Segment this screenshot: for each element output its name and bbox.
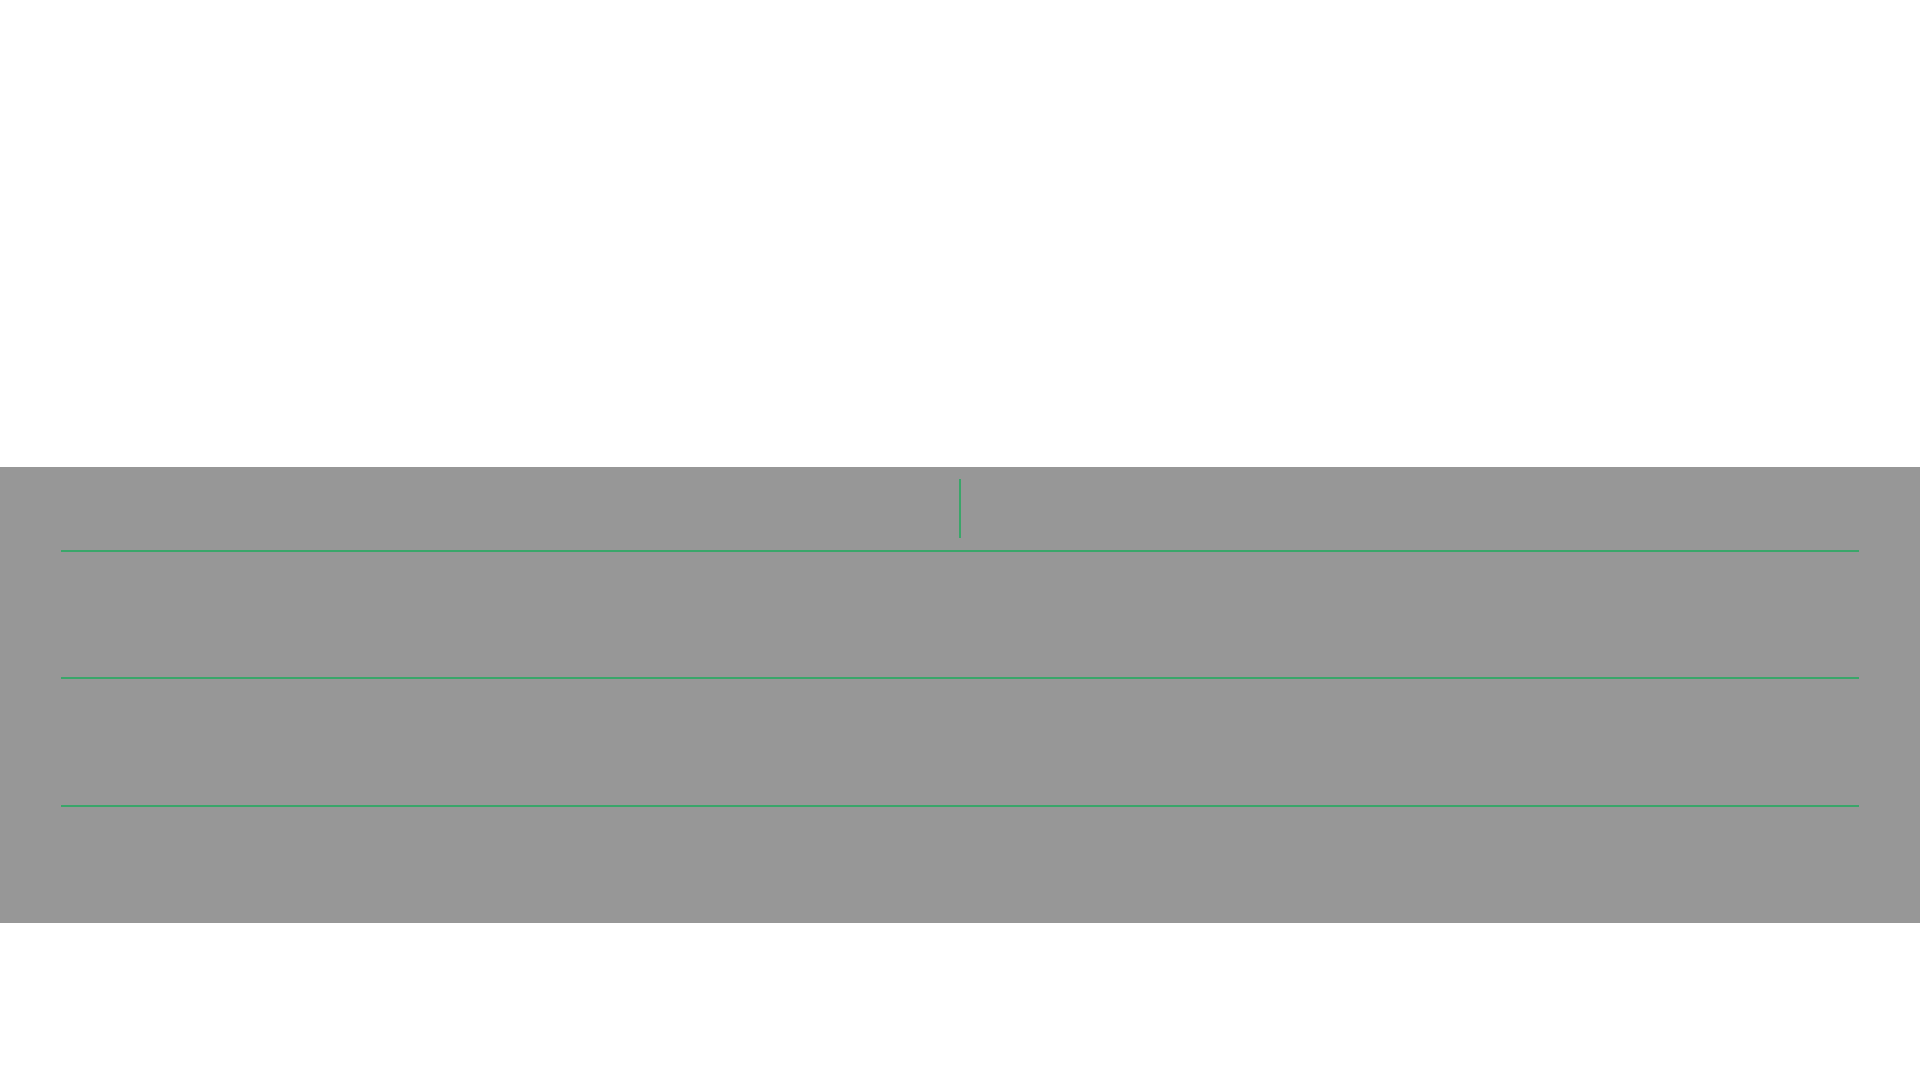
gray-overlay-band xyxy=(0,467,1920,923)
center-marker-icon xyxy=(959,479,961,538)
horizontal-rule-1 xyxy=(61,550,1859,552)
horizontal-rule-2 xyxy=(61,677,1859,679)
page xyxy=(0,0,1920,1080)
horizontal-rule-3 xyxy=(61,805,1859,807)
